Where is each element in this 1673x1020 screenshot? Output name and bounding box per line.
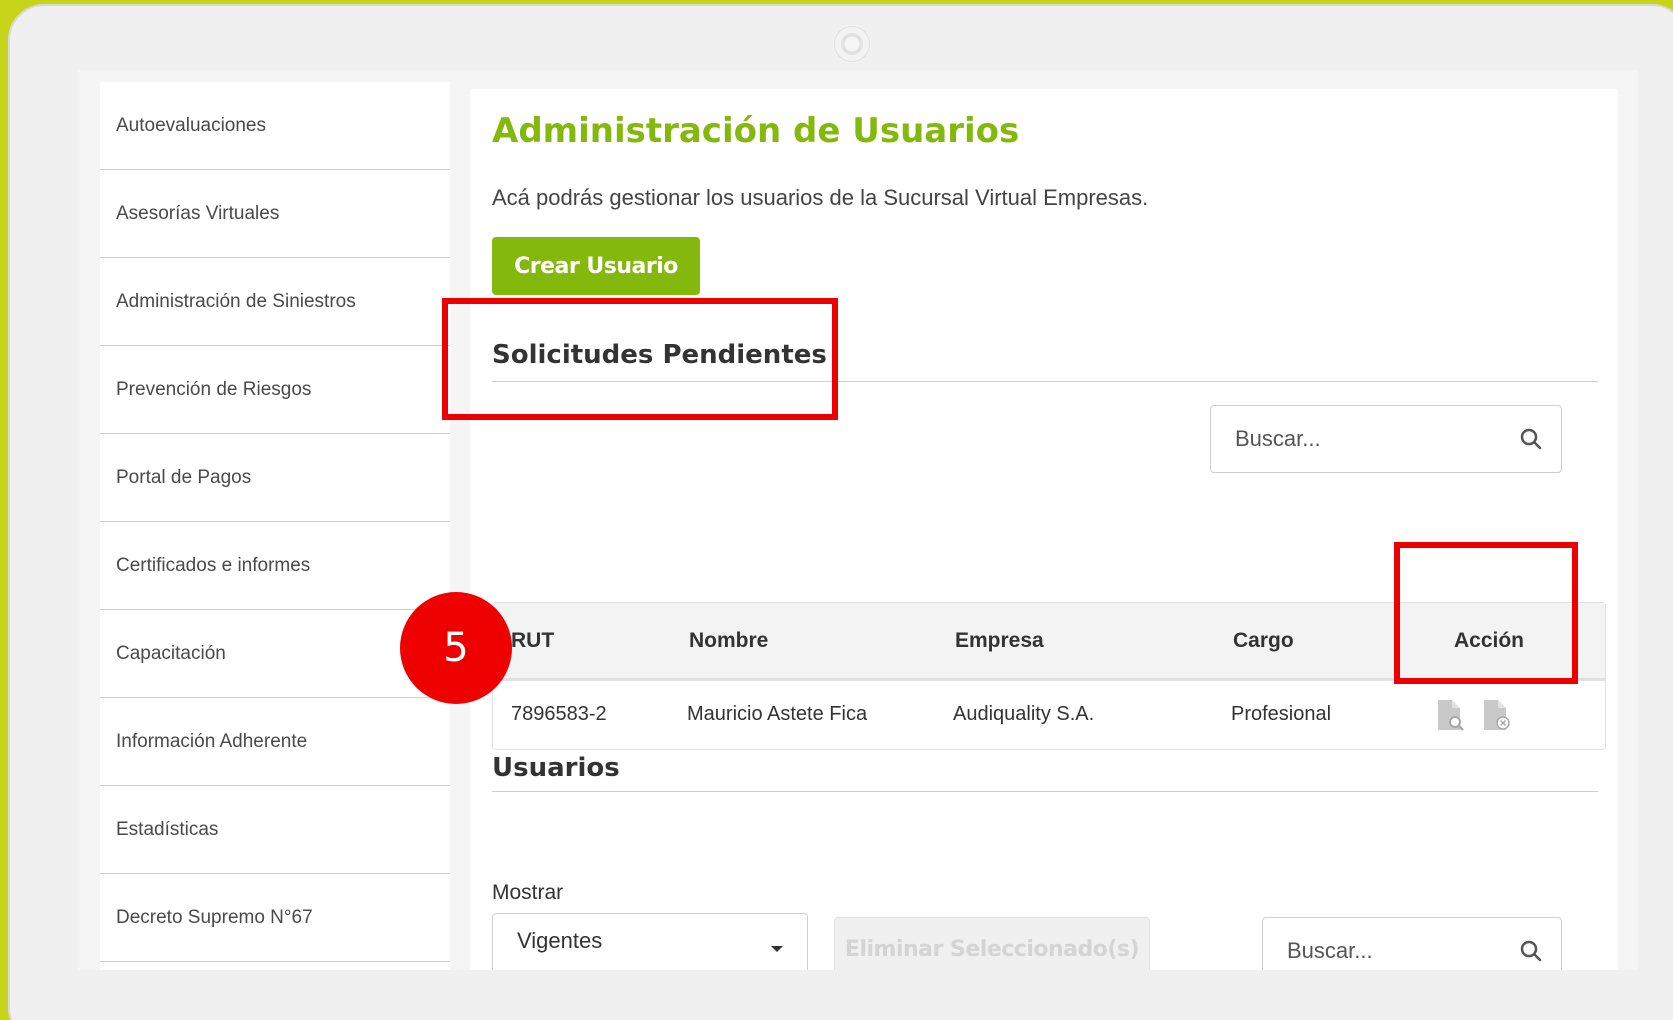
sidebar-item-label: Autoevaluaciones (116, 114, 266, 136)
delete-selected-button[interactable]: Eliminar Seleccionado(s) (834, 917, 1150, 970)
sidebar-item-asesorias[interactable]: Asesorías Virtuales (100, 170, 450, 258)
sidebar-item-pagos[interactable]: Portal de Pagos (100, 434, 450, 522)
cell-empresa: Audiquality S.A. (953, 703, 1095, 725)
tablet-frame: Autoevaluaciones Asesorías Virtuales Adm… (8, 4, 1673, 1020)
highlight-pending-title (442, 298, 838, 420)
view-document-icon[interactable] (1435, 699, 1465, 736)
column-header-nombre: Nombre (689, 629, 769, 652)
camera-icon (834, 26, 870, 62)
users-search-input[interactable]: Buscar... (1262, 917, 1562, 970)
column-header-cargo: Cargo (1233, 629, 1294, 652)
search-placeholder: Buscar... (1287, 938, 1373, 963)
reject-document-icon[interactable] (1481, 699, 1511, 736)
cell-cargo: Profesional (1231, 703, 1332, 725)
main-panel: Administración de Usuarios Acá podrás ge… (470, 89, 1618, 970)
sidebar-item-siniestros[interactable]: Administración de Siniestros (100, 258, 450, 346)
page-intro: Acá podrás gestionar los usuarios de la … (492, 185, 1149, 210)
sidebar-item-adherente[interactable]: Información Adherente (100, 698, 450, 786)
column-header-empresa: Empresa (955, 629, 1044, 652)
users-title: Usuarios (492, 753, 620, 783)
sidebar-item-certificados[interactable]: Certificados e informes (100, 522, 450, 610)
screen: Autoevaluaciones Asesorías Virtuales Adm… (78, 70, 1638, 970)
sidebar-item-label: Capacitación (116, 642, 226, 664)
sidebar-item-label: Asesorías Virtuales (116, 202, 280, 224)
page-title: Administración de Usuarios (492, 111, 1020, 151)
divider (492, 791, 1598, 792)
create-user-button[interactable]: Crear Usuario (492, 237, 700, 295)
sidebar-item-label: Información Adherente (116, 730, 308, 752)
table-row: 7896583-2 Mauricio Astete Fica Audiquali… (493, 681, 1605, 747)
cell-rut: 7896583-2 (511, 703, 607, 725)
search-icon[interactable] (1501, 939, 1561, 963)
show-label: Mostrar (492, 881, 564, 904)
sidebar-item-label: Certificados e informes (116, 554, 311, 576)
sidebar-item-label: Estadísticas (116, 818, 219, 840)
search-icon[interactable] (1501, 427, 1561, 451)
search-placeholder: Buscar... (1235, 426, 1321, 451)
pending-search-input[interactable]: Buscar... (1210, 405, 1562, 473)
sidebar-item-label: Administración de Siniestros (116, 290, 356, 312)
sidebar-item-decreto[interactable]: Decreto Supremo N°67 (100, 874, 450, 962)
highlight-action-column (1394, 542, 1578, 684)
step-badge: 5 (400, 592, 512, 704)
sidebar-item-label: Decreto Supremo N°67 (116, 906, 313, 928)
show-filter-value: Vigentes (517, 928, 603, 953)
sidebar-item-label: Prevención de Riesgos (116, 378, 312, 400)
show-filter-select[interactable]: Vigentes (492, 913, 808, 970)
sidebar-item-autoevaluaciones[interactable]: Autoevaluaciones (100, 82, 450, 170)
sidebar: Autoevaluaciones Asesorías Virtuales Adm… (100, 82, 450, 970)
chevron-down-icon (771, 946, 783, 952)
row-actions (1435, 699, 1511, 736)
sidebar-item-capacitacion[interactable]: Capacitación (100, 610, 450, 698)
column-header-rut: RUT (511, 629, 555, 652)
sidebar-item-label: Portal de Pagos (116, 466, 252, 488)
sidebar-item-prevencion[interactable]: Prevención de Riesgos (100, 346, 450, 434)
sidebar-item-estadisticas[interactable]: Estadísticas (100, 786, 450, 874)
cell-nombre: Mauricio Astete Fica (687, 703, 868, 725)
